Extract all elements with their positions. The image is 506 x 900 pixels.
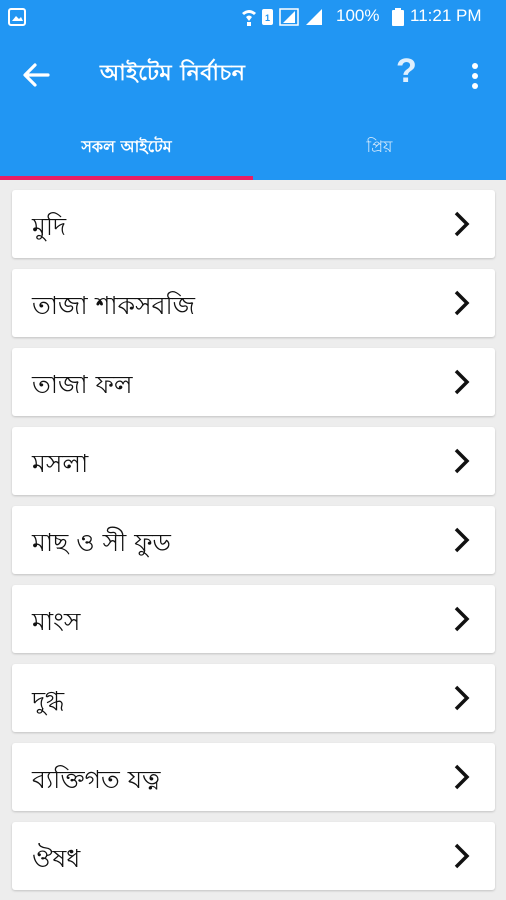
chevron-right-icon xyxy=(454,211,470,237)
clock: 11:21 PM xyxy=(410,6,482,25)
list-item-label: মাছ ও সী ফুড xyxy=(32,528,171,557)
list-item-label: ব্যক্তিগত যত্ন xyxy=(32,765,161,794)
help-icon[interactable]: ? xyxy=(396,52,417,91)
page-title: আইটেম নির্বাচন xyxy=(100,61,246,86)
tab-favorites[interactable]: প্রিয় xyxy=(253,130,506,180)
tab-bar: সকল আইটেম প্রিয় xyxy=(0,130,506,180)
battery-icon xyxy=(392,8,404,26)
app-bar: আইটেম নির্বাচন ? সকল আইটেম প্রিয় xyxy=(0,34,506,180)
list-item-label: মাংস xyxy=(32,607,81,636)
battery-percentage: 100% xyxy=(336,6,380,25)
list-item[interactable]: মাংস xyxy=(12,585,495,653)
list-item[interactable]: মসলা xyxy=(12,427,495,495)
chevron-right-icon xyxy=(454,606,470,632)
list-item[interactable]: মাছ ও সী ফুড xyxy=(12,506,495,574)
list-item[interactable]: তাজা ফল xyxy=(12,348,495,416)
chevron-right-icon xyxy=(454,369,470,395)
chevron-right-icon xyxy=(454,843,470,869)
list-item-label: মসলা xyxy=(32,449,89,478)
system-status-icons: 1 xyxy=(242,8,322,26)
svg-text:1: 1 xyxy=(265,13,270,23)
list-item-label: তাজা শাকসবজি xyxy=(32,291,196,320)
tab-indicator xyxy=(0,176,253,180)
chevron-right-icon xyxy=(454,685,470,711)
more-vert-icon[interactable] xyxy=(460,60,490,94)
list-item[interactable]: তাজা শাকসবজি xyxy=(12,269,495,337)
tab-label: সকল আইটেম xyxy=(81,137,172,156)
chevron-right-icon xyxy=(454,764,470,790)
status-bar: 1 100% 11:21 PM xyxy=(0,0,506,34)
list-item[interactable]: দুগ্ধ xyxy=(12,664,495,732)
tab-label: প্রিয় xyxy=(366,137,393,156)
chevron-right-icon xyxy=(454,527,470,553)
sim-signal-icon xyxy=(279,8,299,26)
list-item-label: ঔষধ xyxy=(32,844,81,873)
chevron-right-icon xyxy=(454,290,470,316)
list-item[interactable]: ঔষধ xyxy=(12,822,495,890)
list-item[interactable]: ব্যক্তিগত যত্ন xyxy=(12,743,495,811)
signal-icon xyxy=(306,9,322,25)
list-item-label: দুগ্ধ xyxy=(32,686,65,715)
tab-all-items[interactable]: সকল আইটেম xyxy=(0,130,253,180)
list-item[interactable]: মুদি xyxy=(12,190,495,258)
back-arrow-icon[interactable] xyxy=(18,58,52,92)
chevron-right-icon xyxy=(454,448,470,474)
list-item-label: মুদি xyxy=(32,212,67,241)
list-item-label: তাজা ফল xyxy=(32,370,133,399)
gallery-icon xyxy=(8,8,26,26)
wifi-calling-icon xyxy=(242,10,256,26)
sim-icon: 1 xyxy=(262,9,273,25)
